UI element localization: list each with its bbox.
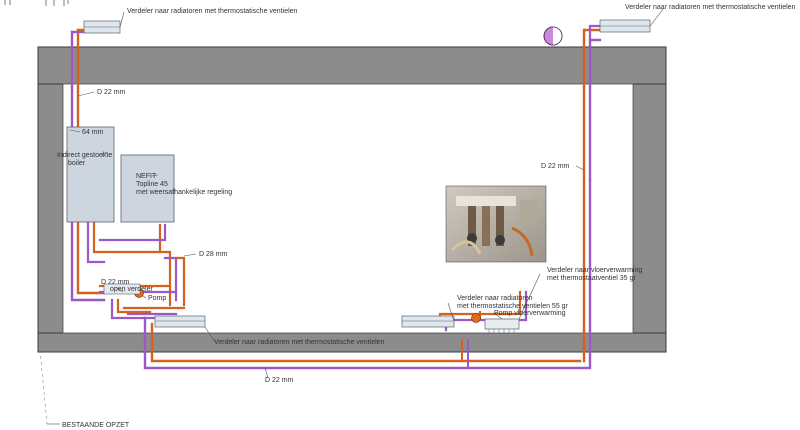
label-d22-left: D 22 mm [97,89,126,96]
label-dim-64: 64 mm [82,129,104,136]
label-pomp: Pomp [148,295,166,302]
label-dist-bottom-mid-1: Verdeler naar radiatoren [457,295,533,302]
label-dist-floor-2: met thermostaatventiel 35 gr [547,275,636,282]
label-boiler-1: Indirect gestookte [57,152,112,159]
floor-pump-icon [471,313,481,323]
distributor-bottom-left [154,315,206,328]
label-boiler-2: boiler [68,160,86,167]
label-dist-bottom-left: Verdeler naar radiatoren met thermostati… [214,339,385,346]
distributor-bottom-mid [401,315,455,328]
label-open-verdeler: open verdeler [110,286,153,293]
label-d22-pump: D 22 mm [101,279,130,286]
label-d28: D 28 mm [199,251,228,258]
distributor-floor [484,318,520,330]
label-dist-floor-1: Verdeler naar vloerverwarming [547,267,642,274]
heating-diagram: Verdeler naar radiatoren met thermostati… [0,0,800,430]
diagram-canvas: Verdeler naar radiatoren met thermostati… [4,0,796,429]
label-d22-bottom: D 22 mm [265,377,294,384]
label-dist-bottom-mid-2: met thermostatische ventielen 55 gr [457,303,569,310]
boiler-tank [66,126,115,223]
label-nefit-2: Topline 45 [136,181,168,188]
photo-manifold-icon [445,185,547,263]
label-pomp-floor: Pomp vloerverwarming [494,310,566,317]
label-nefit-3: met weersafhankelijke regeling [136,189,232,196]
label-dist-top-left: Verdeler naar radiatoren met thermostati… [127,8,298,15]
top-ticks [4,0,69,6]
label-d22-right: D 22 mm [541,163,570,170]
label-dist-top-right: Verdeler naar radiatoren met thermostati… [625,4,796,11]
label-nefit-1: NEFIT [136,173,157,180]
label-existing: BESTAANDE OPZET [62,422,130,429]
